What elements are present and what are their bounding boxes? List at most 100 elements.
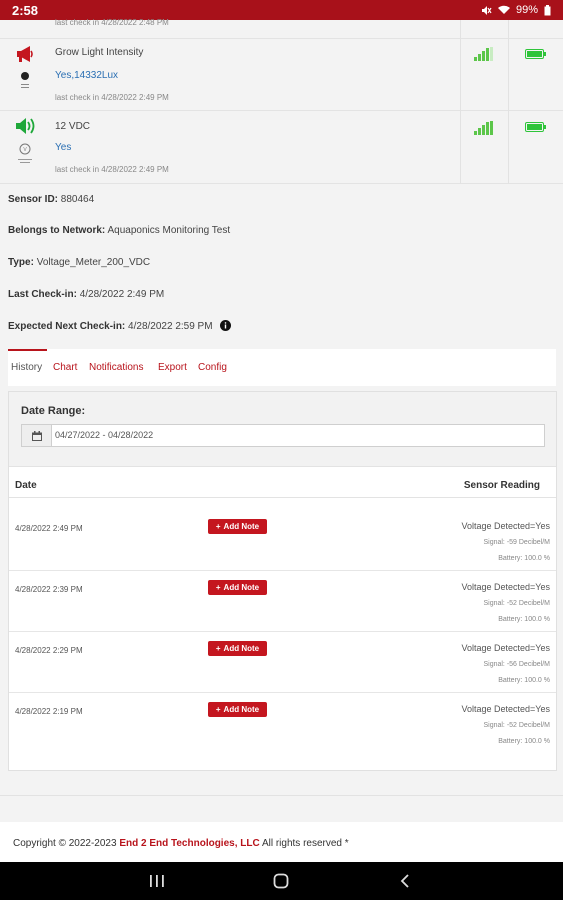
add-note-label: Add Note <box>223 583 260 592</box>
last-checkin-value: 4/28/2022 2:49 PM <box>79 289 165 300</box>
date-range-input[interactable]: 04/27/2022 - 04/28/2022 <box>21 424 545 447</box>
row-battery: Battery: 100.0 % <box>498 738 550 745</box>
sensor-check-time: last check in 4/28/2022 2:48 PM <box>55 18 169 27</box>
signal-strength-icon <box>474 47 493 61</box>
divider <box>460 39 461 111</box>
wifi-icon <box>497 5 510 14</box>
add-note-label: Add Note <box>223 705 260 714</box>
voltage-sensor-icon: V <box>18 143 32 163</box>
tab-history[interactable]: History <box>11 362 42 373</box>
row-signal: Signal: -56 Decibel/M <box>483 661 550 668</box>
active-tab-indicator <box>8 349 47 351</box>
next-checkin-label: Expected Next Check-in: <box>8 321 126 332</box>
copyright: Copyright © 2022-2023 End 2 End Technolo… <box>13 838 349 849</box>
table-row: 4/28/2022 2:39 PM + Add Note Voltage Dete… <box>9 571 556 632</box>
divider <box>508 111 509 184</box>
next-checkin-line: Expected Next Check-in: 4/28/2022 2:59 P… <box>8 320 232 332</box>
add-note-button[interactable]: + Add Note <box>208 519 267 534</box>
footer: Copyright © 2022-2023 End 2 End Technolo… <box>0 822 563 862</box>
tab-config[interactable]: Config <box>198 362 227 373</box>
table-row: 4/28/2022 2:19 PM + Add Note Voltage Dete… <box>9 693 556 754</box>
add-note-button[interactable]: + Add Note <box>208 702 267 717</box>
network-line: Belongs to Network: Aquaponics Monitorin… <box>8 225 230 236</box>
row-date: 4/28/2022 2:19 PM <box>15 707 83 716</box>
back-icon <box>400 874 409 888</box>
plus-icon: + <box>215 705 221 714</box>
speaker-icon <box>16 118 35 134</box>
mute-icon <box>481 5 492 15</box>
signal-strength-icon <box>474 121 493 135</box>
status-bar: 2:58 99% <box>0 0 563 20</box>
tab-bar: History Chart Notifications Export Confi… <box>8 349 556 386</box>
row-battery: Battery: 100.0 % <box>498 677 550 684</box>
divider <box>0 795 563 796</box>
header-divider <box>9 497 556 498</box>
home-icon <box>273 873 289 889</box>
date-range-value: 04/27/2022 - 04/28/2022 <box>55 430 154 440</box>
type-value: Voltage_Meter_200_VDC <box>36 257 151 268</box>
date-range-label: Date Range: <box>21 405 86 417</box>
row-signal: Signal: -52 Decibel/M <box>483 600 550 607</box>
home-button[interactable] <box>272 872 290 890</box>
sensor-id-line: Sensor ID: 880464 <box>8 194 94 205</box>
row-date: 4/28/2022 2:49 PM <box>15 524 83 533</box>
row-reading: Voltage Detected=Yes <box>461 582 551 592</box>
sensor-row[interactable]: V 12 VDC Yes last check in 4/28/2022 2:4… <box>0 111 563 184</box>
back-button[interactable] <box>396 872 414 890</box>
row-signal: Signal: -59 Decibel/M <box>483 539 550 546</box>
row-signal: Signal: -52 Decibel/M <box>483 722 550 729</box>
table-row: 4/28/2022 2:49 PM + Add Note Voltage Dete… <box>9 510 556 571</box>
sensor-value: Yes <box>55 142 72 153</box>
status-icons: 99% <box>481 4 551 16</box>
tab-notifications[interactable]: Notifications <box>89 362 143 373</box>
megaphone-icon <box>17 46 33 62</box>
sensor-check-time: last check in 4/28/2022 2:49 PM <box>55 93 169 102</box>
row-date: 4/28/2022 2:39 PM <box>15 585 83 594</box>
last-checkin-label: Last Check-in: <box>8 289 77 300</box>
row-battery: Battery: 100.0 % <box>498 555 550 562</box>
add-note-button[interactable]: + Add Note <box>208 641 267 656</box>
date-range-section: Date Range: 04/27/2022 - 04/28/2022 <box>9 392 556 467</box>
plus-icon: + <box>215 644 221 653</box>
network-value: Aquaponics Monitoring Test <box>107 225 231 236</box>
light-sensor-icon <box>21 72 29 88</box>
battery-percent: 99% <box>515 4 538 16</box>
sensor-row[interactable]: Grow Light Intensity Yes,14332Lux last c… <box>0 39 563 111</box>
sensor-icons <box>8 45 42 95</box>
column-header-date: Date <box>15 480 37 491</box>
copyright-suffix: All rights reserved * <box>261 838 349 849</box>
divider <box>460 111 461 184</box>
tab-export[interactable]: Export <box>158 362 187 373</box>
add-note-label: Add Note <box>223 522 260 531</box>
battery-level-icon <box>525 49 546 59</box>
info-icon[interactable] <box>220 320 232 331</box>
sensor-row-clipped[interactable]: last check in 4/28/2022 2:48 PM <box>0 18 563 39</box>
svg-text:V: V <box>23 147 27 153</box>
company-link[interactable]: End 2 End Technologies, LLC <box>119 838 259 849</box>
sensor-id-value: 880464 <box>60 194 95 205</box>
battery-icon <box>544 4 551 15</box>
sensor-icons: V <box>8 117 42 169</box>
network-label: Belongs to Network: <box>8 225 106 236</box>
status-time: 2:58 <box>12 2 39 18</box>
plus-icon: + <box>215 583 221 592</box>
add-note-button[interactable]: + Add Note <box>208 580 267 595</box>
type-label: Type: <box>8 257 34 268</box>
recent-apps-button[interactable] <box>148 872 166 890</box>
calendar-icon[interactable] <box>22 425 52 446</box>
type-line: Type: Voltage_Meter_200_VDC <box>8 257 150 268</box>
sensor-value: Yes,14332Lux <box>55 70 119 81</box>
copyright-prefix: Copyright © 2022-2023 <box>13 838 117 849</box>
recent-apps-icon <box>150 875 164 887</box>
sensor-check-time: last check in 4/28/2022 2:49 PM <box>55 165 169 174</box>
sensor-info: Sensor ID: 880464 Belongs to Network: Aq… <box>0 184 563 349</box>
add-note-label: Add Note <box>223 644 260 653</box>
row-battery: Battery: 100.0 % <box>498 616 550 623</box>
last-checkin-line: Last Check-in: 4/28/2022 2:49 PM <box>8 289 164 300</box>
row-reading: Voltage Detected=Yes <box>461 521 551 531</box>
divider <box>508 20 509 39</box>
sensor-name: 12 VDC <box>55 121 91 132</box>
divider <box>460 20 461 39</box>
row-reading: Voltage Detected=Yes <box>461 704 551 714</box>
tab-chart[interactable]: Chart <box>53 362 77 373</box>
